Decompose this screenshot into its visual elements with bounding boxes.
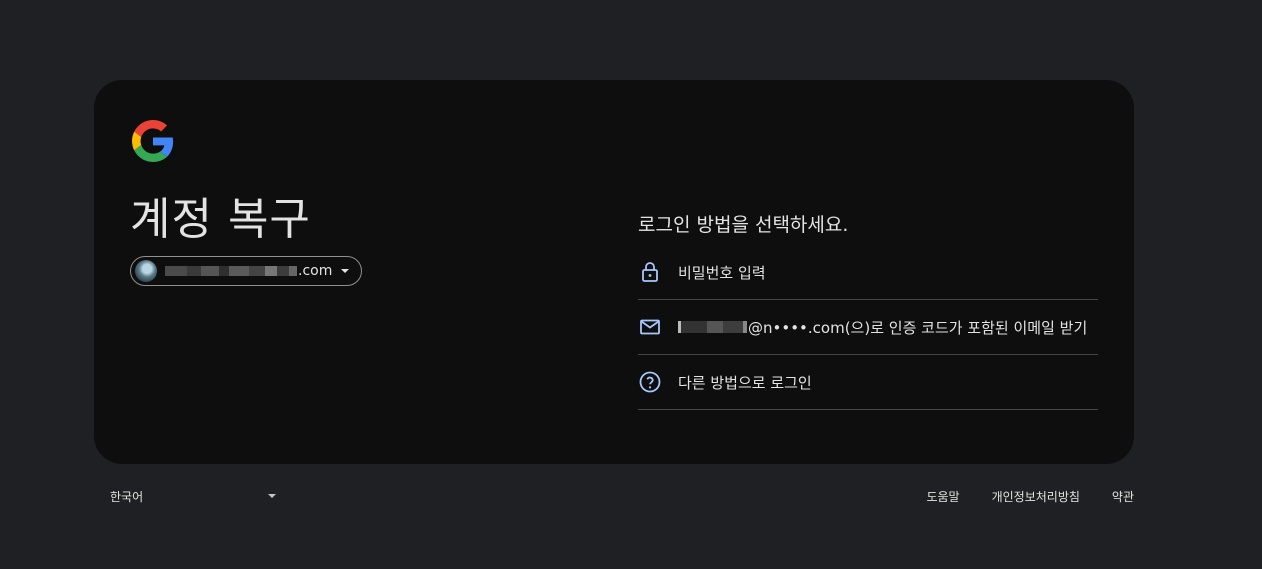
redaction-block xyxy=(229,266,249,276)
redaction-block xyxy=(249,266,265,276)
language-selector[interactable]: 한국어 xyxy=(100,484,280,508)
recovery-card: 계정 복구 .com 로그인 방법을 선택하세요. 비밀번호 입력 @n••••… xyxy=(94,80,1134,464)
help-circle-icon xyxy=(639,371,661,393)
option-label: 비밀번호 입력 xyxy=(678,263,766,282)
account-chip[interactable]: .com xyxy=(130,256,362,286)
option-enter-password[interactable]: 비밀번호 입력 xyxy=(638,245,1098,300)
option-other-method[interactable]: 다른 방법으로 로그인 xyxy=(638,355,1098,410)
prompt-heading: 로그인 방법을 선택하세요. xyxy=(638,214,849,236)
mail-icon xyxy=(640,319,660,335)
language-label: 한국어 xyxy=(110,489,144,504)
redaction-block xyxy=(681,321,707,333)
redaction-block xyxy=(277,266,289,276)
google-logo-icon xyxy=(132,120,174,162)
option-email-code[interactable]: @n••••.com(으)로 인증 코드가 포함된 이메일 받기 xyxy=(638,300,1098,355)
redaction-block xyxy=(165,266,187,276)
redaction-block xyxy=(707,321,723,333)
email-domain-suffix: .com xyxy=(298,263,333,279)
footer-link-privacy[interactable]: 개인정보처리방침 xyxy=(992,488,1080,505)
redaction-block xyxy=(201,266,219,276)
masked-email-prefix xyxy=(678,321,747,333)
redaction-block xyxy=(219,266,229,276)
chevron-down-icon xyxy=(341,269,349,273)
redaction-block xyxy=(187,266,201,276)
footer-link-terms[interactable]: 약관 xyxy=(1112,488,1134,505)
redaction-block xyxy=(289,266,297,276)
signin-options-list: 비밀번호 입력 @n••••.com(으)로 인증 코드가 포함된 이메일 받기 xyxy=(638,245,1098,410)
redaction-block xyxy=(743,321,747,333)
page-title: 계정 복구 xyxy=(130,194,311,245)
lock-icon xyxy=(642,262,658,282)
option-label: 다른 방법으로 로그인 xyxy=(678,373,812,392)
masked-email xyxy=(165,264,297,278)
footer-links: 도움말 개인정보처리방침 약관 xyxy=(894,484,1134,508)
avatar xyxy=(135,260,157,282)
redaction-block xyxy=(723,321,743,333)
chevron-down-icon xyxy=(268,494,276,498)
option-label: @n••••.com(으)로 인증 코드가 포함된 이메일 받기 xyxy=(748,318,1088,337)
footer-link-help[interactable]: 도움말 xyxy=(926,488,959,505)
redaction-block xyxy=(265,266,277,276)
